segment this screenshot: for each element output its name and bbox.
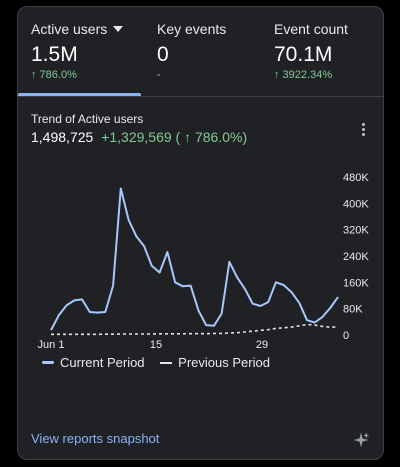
metric-label-event-count: Event count [274,21,348,37]
trend-delta: +1,329,569 ( ↑ 786.0%) [101,129,248,145]
metric-tabs: Active users 1.5M ↑ 786.0% Key events 0 … [18,7,383,97]
metric-change-active-users: ↑ 786.0% [31,69,77,81]
previous-period-line [51,323,338,336]
metric-change-event-count: ↑ 3922.34% [274,69,333,81]
y-tick-label: 0 [343,330,349,342]
x-tick-label: Jun 1 [38,339,65,349]
x-tick-label: 29 [256,339,268,349]
legend-item-current: Current Period [42,355,145,370]
legend-label-current: Current Period [60,355,145,370]
legend-item-previous: Previous Period [160,355,270,370]
trend-title: Trend of Active users [31,112,144,126]
legend-label-previous: Previous Period [178,355,270,370]
x-tick-label: 15 [150,339,162,349]
divider [18,96,383,97]
current-period-line [50,187,339,331]
metric-value-key-events: 0 [157,43,169,66]
y-tick-label: 480K [343,172,369,184]
metric-label-text: Active users [31,21,108,37]
metric-tab-event-count[interactable]: Event count 70.1M ↑ 3922.34% [274,7,379,95]
sparkle-icon[interactable] [352,431,370,449]
legend-swatch-dashed [160,362,173,364]
metric-tab-active-users[interactable]: Active users 1.5M ↑ 786.0% [31,7,156,95]
metric-change-key-events: - [157,69,161,81]
metric-value-event-count: 70.1M [274,43,333,66]
metric-tab-key-events[interactable]: Key events 0 - [157,7,272,95]
metric-label-key-events: Key events [157,21,227,37]
trend-total: 1,498,725 [31,129,94,145]
legend-swatch-solid [42,361,54,364]
y-tick-label: 400K [343,198,369,210]
metric-value-active-users: 1.5M [31,43,78,66]
chart-legend: Current Period Previous Period [42,355,282,370]
y-tick-label: 160K [343,277,369,289]
y-tick-label: 80K [343,304,363,316]
active-users-card: Active users 1.5M ↑ 786.0% Key events 0 … [17,6,384,460]
dropdown-caret-icon[interactable] [113,26,124,32]
y-tick-label: 240K [343,251,369,263]
trend-summary: 1,498,725 +1,329,569 ( ↑ 786.0%) [31,129,247,145]
metric-label-active-users[interactable]: Active users [31,21,124,37]
trend-chart: 480K 400K 320K 240K 160K 80K 0 Jun 1 15 29 [38,172,370,349]
more-vert-icon[interactable] [356,121,370,141]
y-tick-label: 320K [343,225,369,237]
view-reports-snapshot-link[interactable]: View reports snapshot [31,431,159,446]
